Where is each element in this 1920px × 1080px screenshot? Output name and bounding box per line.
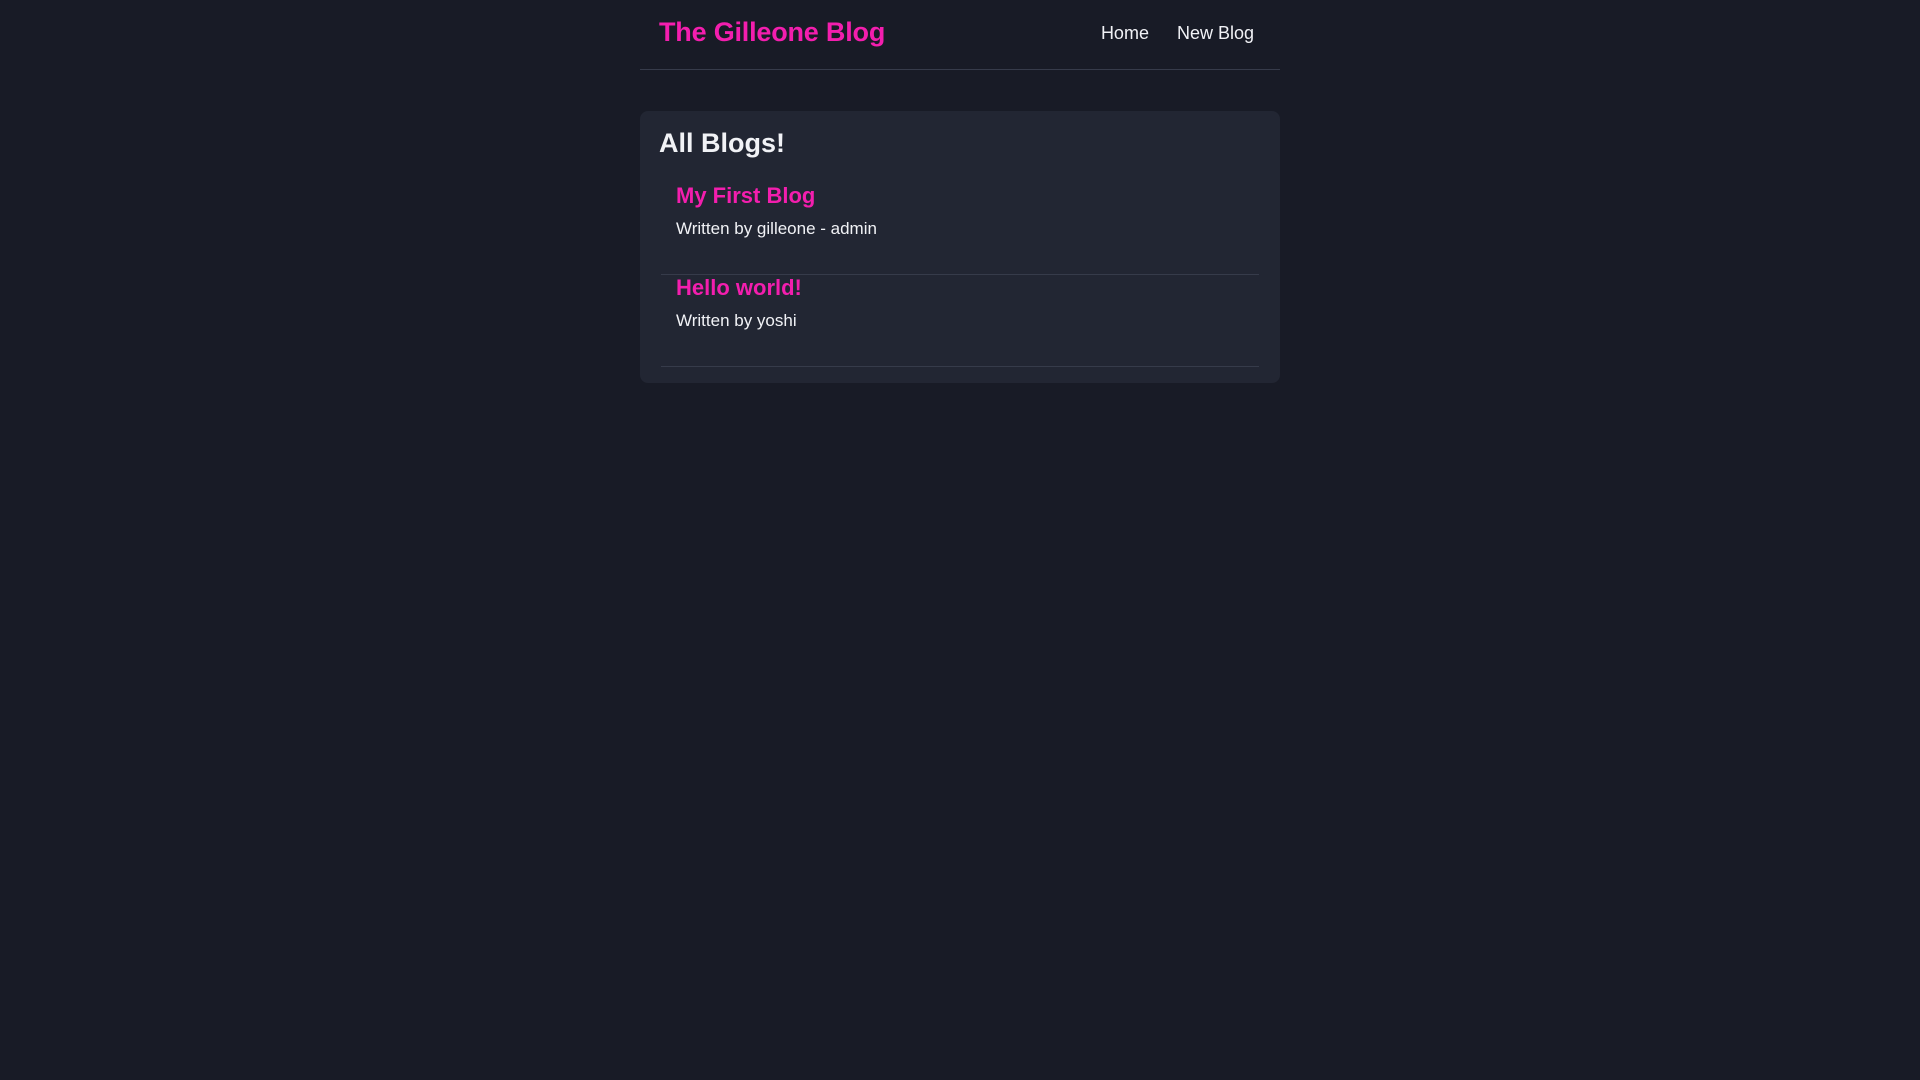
nav-link-home[interactable]: Home [1101, 23, 1149, 44]
page-title: All Blogs! [659, 128, 785, 158]
nav-link-new-blog[interactable]: New Blog [1177, 23, 1254, 44]
blog-author: Written by yoshi [676, 311, 797, 330]
blog-list-item[interactable]: Hello world! Written by yoshi [661, 275, 1259, 367]
blog-title-link[interactable]: My First Blog [676, 183, 815, 209]
nav-links: Home New Blog [1101, 23, 1254, 44]
site-brand[interactable]: The Gilleone Blog [659, 17, 885, 48]
blog-title-link[interactable]: Hello world! [676, 275, 802, 301]
blog-author: Written by gilleone - admin [676, 219, 877, 238]
blogs-card: All Blogs! My First Blog Written by gill… [640, 111, 1280, 383]
navbar: The Gilleone Blog Home New Blog [640, 0, 1280, 70]
blog-list-item[interactable]: My First Blog Written by gilleone - admi… [661, 183, 1259, 275]
blog-list: My First Blog Written by gilleone - admi… [661, 183, 1259, 367]
